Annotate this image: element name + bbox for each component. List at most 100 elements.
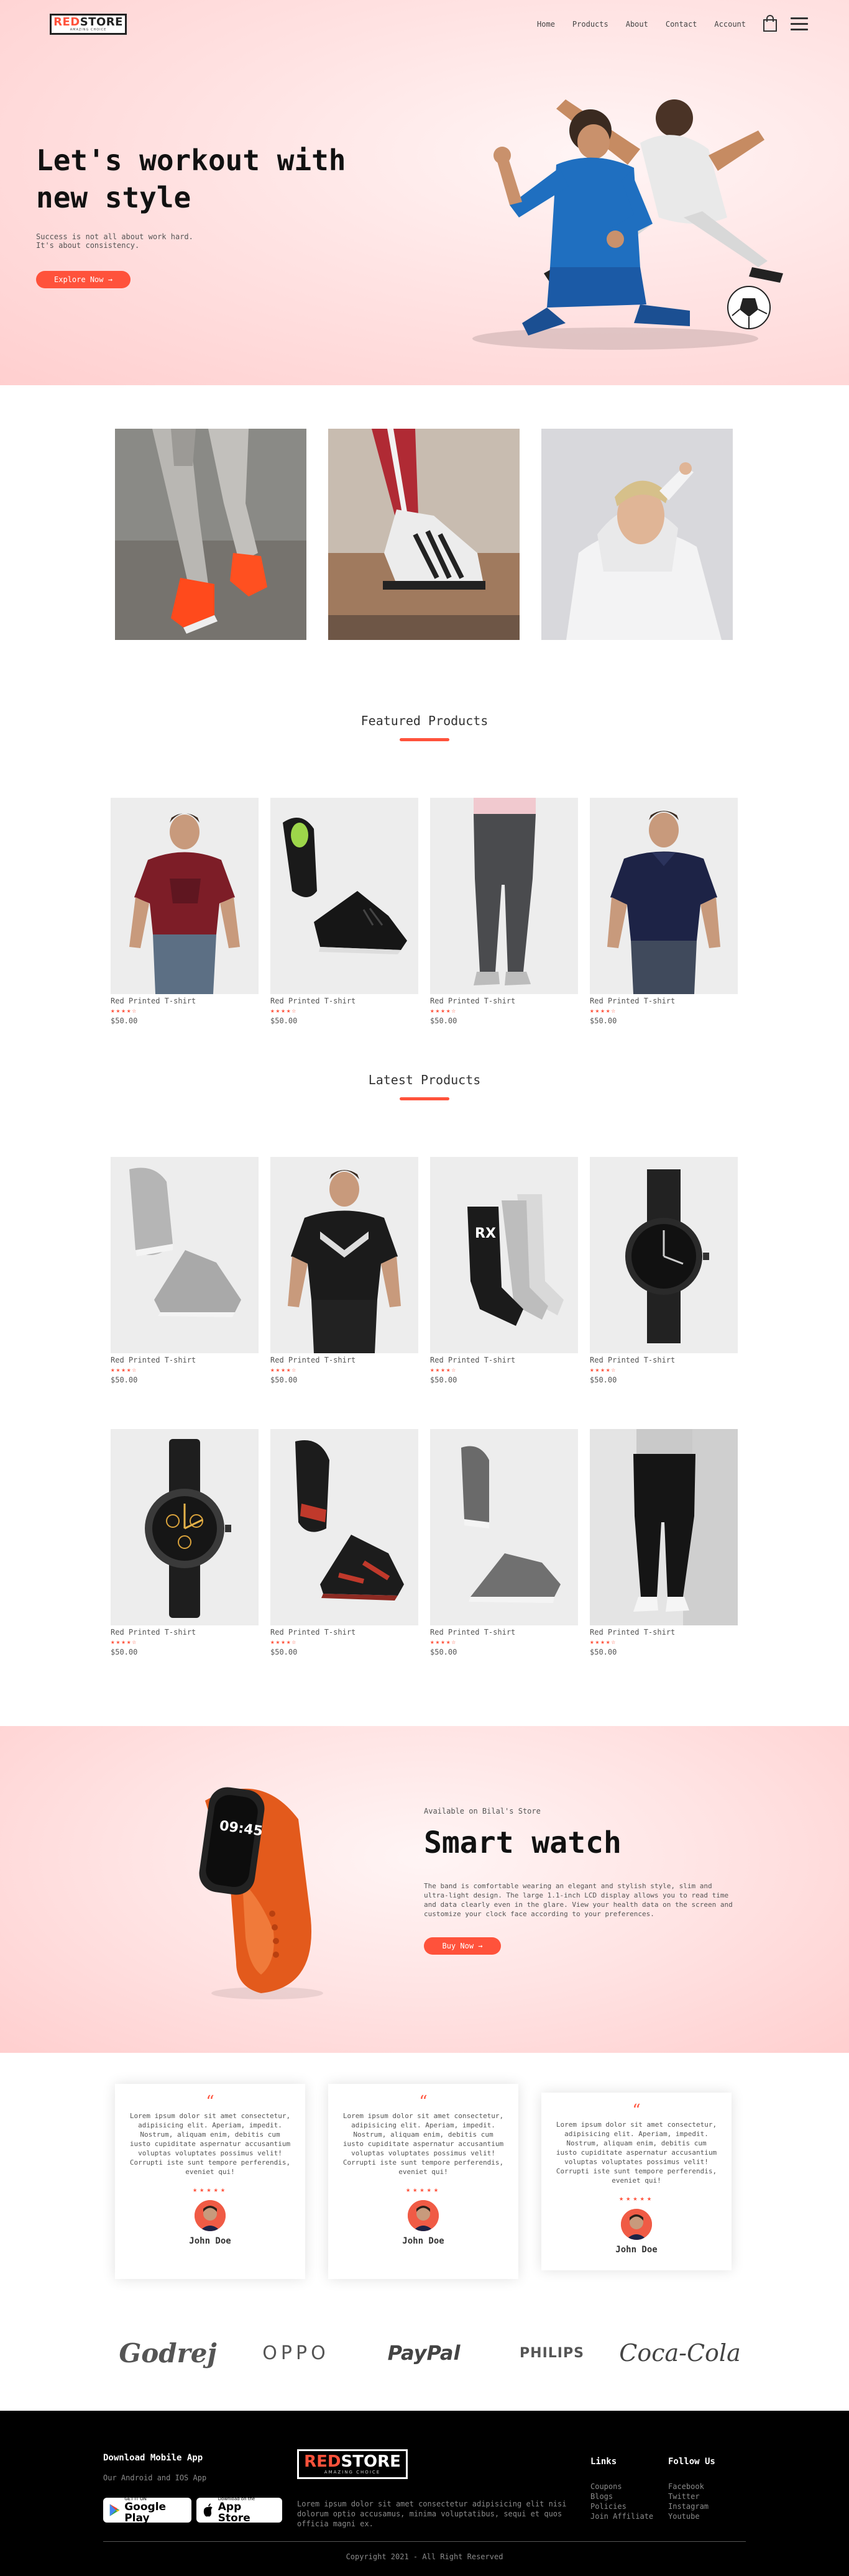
product-rating: ★★★★☆ xyxy=(590,1638,617,1646)
product-card[interactable]: Red Printed T-shirt ★★★★☆ $50.00 xyxy=(590,798,738,1034)
footer-link-policies[interactable]: Policies xyxy=(590,2501,653,2511)
offer-subheading: Available on Bilal's Store xyxy=(424,1807,541,1816)
offer-description: The band is comfortable wearing an elega… xyxy=(424,1882,733,1918)
product-price: $50.00 xyxy=(590,1376,617,1384)
footer-link-twitter[interactable]: Twitter xyxy=(668,2492,709,2501)
hero-section: REDSTORE AMAZING CHOICE Home Products Ab… xyxy=(0,0,849,385)
menu-icon[interactable] xyxy=(791,17,808,31)
offer-section: 09:45 Available on Bilal's Store Smart w… xyxy=(0,1726,849,2053)
download-app-heading: Download Mobile App xyxy=(103,2453,203,2463)
latest-underline xyxy=(400,1097,449,1100)
nav-contact[interactable]: Contact xyxy=(666,20,697,29)
product-name[interactable]: Red Printed T-shirt xyxy=(270,997,356,1005)
product-image-black-tshirt xyxy=(270,1157,418,1353)
footer-social: Facebook Twitter Instagram Youtube xyxy=(668,2482,709,2521)
product-card[interactable]: Red Printed T-shirt ★★★★☆ $50.00 xyxy=(590,1429,738,1665)
footer-logo[interactable]: REDSTORE AMAZING CHOICE xyxy=(297,2449,408,2479)
footer-link-youtube[interactable]: Youtube xyxy=(668,2511,709,2521)
product-card[interactable]: Red Printed T-shirt ★★★★☆ $50.00 xyxy=(270,1429,418,1665)
offer-title: Smart watch xyxy=(424,1825,622,1860)
hero-subtitle-line1: Success is not all about work hard. xyxy=(36,232,193,241)
product-rating: ★★★★☆ xyxy=(430,1007,457,1015)
page: REDSTORE AMAZING CHOICE Home Products Ab… xyxy=(0,0,849,2576)
buy-now-button[interactable]: Buy Now → xyxy=(424,1937,501,1955)
quote-icon: “ xyxy=(206,2093,214,2111)
product-name[interactable]: Red Printed T-shirt xyxy=(270,1356,356,1364)
product-price: $50.00 xyxy=(111,1016,138,1025)
product-image-black-watch xyxy=(590,1157,738,1353)
product-card[interactable]: Red Printed T-shirt ★★★★☆ $50.00 xyxy=(270,798,418,1034)
product-name[interactable]: Red Printed T-shirt xyxy=(590,1628,675,1637)
footer-link-facebook[interactable]: Facebook xyxy=(668,2482,709,2492)
google-play-badge[interactable]: GET IT ON Google Play xyxy=(103,2496,191,2524)
explore-now-button[interactable]: Explore Now → xyxy=(36,271,131,288)
product-card[interactable]: Red Printed T-shirt ★★★★☆ $50.00 xyxy=(270,1157,418,1393)
category-image-sneakers-red[interactable] xyxy=(115,429,306,640)
nav-home[interactable]: Home xyxy=(537,20,555,29)
product-card[interactable]: RX Red Printed T-shirt ★★★★☆ $50.00 xyxy=(430,1157,578,1393)
footer-link-blogs[interactable]: Blogs xyxy=(590,2492,653,2501)
hero-athletes-image xyxy=(472,99,783,350)
hero-subtitle: Success is not all about work hard. It's… xyxy=(36,232,285,250)
product-name[interactable]: Red Printed T-shirt xyxy=(590,1356,675,1364)
footer-link-join-affiliate[interactable]: Join Affiliate xyxy=(590,2511,653,2521)
nav-products[interactable]: Products xyxy=(572,20,608,29)
product-image-black-red-shoes xyxy=(270,1429,418,1625)
product-name[interactable]: Red Printed T-shirt xyxy=(590,997,675,1005)
product-card[interactable]: Red Printed T-shirt ★★★★☆ $50.00 xyxy=(111,798,259,1034)
product-price: $50.00 xyxy=(270,1648,298,1656)
testimonial-text: Lorem ipsum dolor sit amet consectetur, … xyxy=(556,2121,717,2185)
footer-link-instagram[interactable]: Instagram xyxy=(668,2501,709,2511)
product-image-black-shoes xyxy=(270,798,418,994)
product-card[interactable]: Red Printed T-shirt ★★★★☆ $50.00 xyxy=(430,1429,578,1665)
brand-logo-coca-cola[interactable]: Coca-Cola xyxy=(618,2331,742,2375)
product-rating: ★★★★☆ xyxy=(430,1366,457,1374)
product-image-grey-slipons xyxy=(430,1429,578,1625)
product-name[interactable]: Red Printed T-shirt xyxy=(111,997,196,1005)
product-image-navy-polo xyxy=(590,798,738,994)
product-name[interactable]: Red Printed T-shirt xyxy=(111,1628,196,1637)
product-name[interactable]: Red Printed T-shirt xyxy=(430,1628,515,1637)
product-card[interactable]: Red Printed T-shirt ★★★★☆ $50.00 xyxy=(111,1157,259,1393)
product-name[interactable]: Red Printed T-shirt xyxy=(270,1628,356,1637)
product-name[interactable]: Red Printed T-shirt xyxy=(430,997,515,1005)
logo[interactable]: REDSTORE AMAZING CHOICE xyxy=(50,14,127,35)
product-card[interactable]: Red Printed T-shirt ★★★★☆ $50.00 xyxy=(430,798,578,1034)
product-card[interactable]: Red Printed T-shirt ★★★★☆ $50.00 xyxy=(590,1157,738,1393)
category-image-hoodie-woman[interactable] xyxy=(541,429,733,640)
brand-logo-oppo[interactable]: OPPO xyxy=(234,2331,358,2375)
footer-about-text: Lorem ipsum dolor sit amet consectetur a… xyxy=(297,2500,567,2528)
google-play-icon xyxy=(109,2504,120,2516)
testimonial-rating: ★★★★★ xyxy=(405,2185,441,2194)
nav-account[interactable]: Account xyxy=(714,20,746,29)
testimonial-name: John Doe xyxy=(402,2236,444,2246)
follow-us-heading: Follow Us xyxy=(668,2457,715,2467)
cart-icon[interactable] xyxy=(762,15,778,32)
footer-logo-tagline: AMAZING CHOICE xyxy=(324,2470,381,2475)
product-price: $50.00 xyxy=(111,1648,138,1656)
product-rating: ★★★★☆ xyxy=(430,1638,457,1646)
product-name[interactable]: Red Printed T-shirt xyxy=(111,1356,196,1364)
testimonial-card: “ Lorem ipsum dolor sit amet consectetur… xyxy=(115,2084,305,2279)
brand-logo-godrej[interactable]: Godrej xyxy=(106,2331,230,2375)
product-rating: ★★★★☆ xyxy=(590,1007,617,1015)
footer-link-coupons[interactable]: Coupons xyxy=(590,2482,653,2492)
product-name[interactable]: Red Printed T-shirt xyxy=(430,1356,515,1364)
brand-logo-philips[interactable]: PHILIPS xyxy=(490,2331,614,2375)
app-store-badge[interactable]: Download on the App Store xyxy=(196,2496,282,2524)
product-image-maroon-tshirt xyxy=(111,798,259,994)
product-rating: ★★★★☆ xyxy=(111,1638,138,1646)
product-rating: ★★★★☆ xyxy=(270,1366,298,1374)
testimonial-text: Lorem ipsum dolor sit amet consectetur, … xyxy=(129,2112,291,2176)
product-rating: ★★★★☆ xyxy=(590,1366,617,1374)
download-app-subtitle: Our Android and IOS App xyxy=(103,2473,207,2482)
category-image-sneakers-white[interactable] xyxy=(328,429,520,640)
nav-about[interactable]: About xyxy=(626,20,648,29)
product-price: $50.00 xyxy=(430,1376,457,1384)
smart-watch-image: 09:45 xyxy=(199,1787,323,1999)
brand-logo-paypal[interactable]: PayPal xyxy=(362,2331,486,2375)
product-card[interactable]: Red Printed T-shirt ★★★★☆ $50.00 xyxy=(111,1429,259,1665)
avatar xyxy=(195,2200,226,2231)
product-rating: ★★★★☆ xyxy=(111,1366,138,1374)
product-price: $50.00 xyxy=(270,1376,298,1384)
